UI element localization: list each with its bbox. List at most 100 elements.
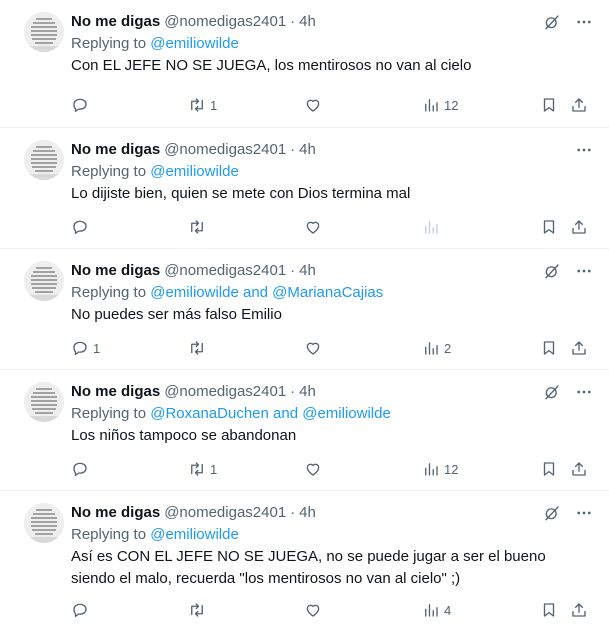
retweet-button[interactable]: 1: [188, 459, 217, 479]
share-button[interactable]: [570, 217, 588, 237]
views-icon: [425, 99, 438, 112]
share-button[interactable]: [570, 600, 588, 620]
tweet[interactable]: No me digas @nomedigas2401 · 4h Replying…: [0, 249, 609, 370]
more-icon[interactable]: [575, 504, 593, 522]
reply-icon: [73, 341, 87, 356]
like-button[interactable]: [304, 95, 326, 115]
like-button[interactable]: [304, 217, 326, 237]
views-button[interactable]: 4: [422, 600, 451, 620]
reply-button[interactable]: [71, 600, 93, 620]
separator-dot: ·: [290, 383, 296, 400]
tweet-text: Así es CON EL JEFE NO SE JUEGA, no se pu…: [71, 548, 546, 587]
mention-link[interactable]: @emiliowilde and @MarianaCajias: [150, 284, 383, 301]
views-icon: [425, 463, 438, 476]
bookmark-button[interactable]: [540, 600, 558, 620]
reply-icon: [73, 462, 87, 477]
grok-icon[interactable]: [543, 262, 561, 280]
replying-label: Replying to: [71, 405, 151, 422]
retweet-icon: [191, 462, 203, 476]
user-handle[interactable]: @nomedigas2401: [164, 140, 286, 160]
tweet[interactable]: No me digas @nomedigas2401 · 4h Replying…: [0, 491, 609, 621]
user-handle[interactable]: @nomedigas2401: [164, 12, 286, 32]
mention-link[interactable]: @RoxanaDuchen and @emiliowilde: [150, 405, 391, 422]
reply-count: 1: [93, 340, 101, 356]
user-handle[interactable]: @nomedigas2401: [164, 503, 286, 523]
display-name[interactable]: No me digas: [71, 503, 160, 523]
share-icon: [572, 220, 586, 234]
mention-link[interactable]: @emiliowilde: [150, 163, 239, 180]
grok-icon[interactable]: [543, 13, 561, 31]
separator-dot: ·: [290, 13, 296, 30]
tweet[interactable]: No me digas @nomedigas2401 · 4h Replying…: [0, 0, 609, 128]
display-name[interactable]: No me digas: [71, 261, 160, 281]
reply-icon: [73, 98, 87, 113]
tweet[interactable]: No me digas @nomedigas2401 · 4h Replying…: [0, 128, 609, 249]
like-icon: [306, 342, 320, 355]
grok-icon[interactable]: [543, 383, 561, 401]
retweet-button[interactable]: [188, 600, 210, 620]
avatar[interactable]: [24, 382, 64, 422]
bookmark-icon: [543, 603, 555, 617]
share-button[interactable]: [570, 95, 588, 115]
bookmark-icon: [543, 220, 555, 234]
mention-link[interactable]: @emiliowilde: [150, 35, 239, 52]
retweet-count: 1: [210, 97, 218, 113]
reply-button[interactable]: [71, 459, 93, 479]
bookmark-icon: [543, 341, 555, 355]
bookmark-button[interactable]: [540, 95, 558, 115]
avatar[interactable]: [24, 12, 64, 52]
more-icon[interactable]: [575, 141, 593, 159]
bookmark-button[interactable]: [540, 459, 558, 479]
bookmark-icon: [543, 462, 555, 476]
reply-button[interactable]: [71, 217, 93, 237]
views-count: 4: [444, 602, 452, 618]
more-icon[interactable]: [575, 13, 593, 31]
display-name[interactable]: No me digas: [71, 12, 160, 32]
timestamp[interactable]: 4h: [299, 503, 316, 523]
mention-link[interactable]: @emiliowilde: [150, 526, 239, 543]
views-button[interactable]: 12: [422, 459, 458, 479]
user-handle[interactable]: @nomedigas2401: [164, 382, 286, 402]
share-icon: [572, 341, 586, 355]
replying-label: Replying to: [71, 526, 151, 543]
grok-icon[interactable]: [543, 504, 561, 522]
views-icon: [425, 221, 438, 234]
timestamp[interactable]: 4h: [299, 12, 316, 32]
retweet-button[interactable]: 1: [188, 95, 217, 115]
like-button[interactable]: [304, 338, 326, 358]
like-button[interactable]: [304, 600, 326, 620]
action-bar: 1 12: [71, 95, 593, 115]
share-button[interactable]: [570, 459, 588, 479]
timestamp[interactable]: 4h: [299, 261, 316, 281]
views-button[interactable]: 2: [422, 338, 451, 358]
display-name[interactable]: No me digas: [71, 382, 160, 402]
share-button[interactable]: [570, 338, 588, 358]
user-handle[interactable]: @nomedigas2401: [164, 261, 286, 281]
like-icon: [306, 99, 320, 112]
bookmark-button[interactable]: [540, 217, 558, 237]
avatar[interactable]: [24, 140, 64, 180]
more-icon[interactable]: [575, 262, 593, 280]
avatar[interactable]: [24, 261, 64, 301]
like-button[interactable]: [304, 459, 326, 479]
bookmark-button[interactable]: [540, 338, 558, 358]
avatar[interactable]: [24, 503, 64, 543]
reply-button[interactable]: [71, 95, 93, 115]
retweet-button[interactable]: [188, 217, 210, 237]
timestamp[interactable]: 4h: [299, 140, 316, 160]
tweet-text: Lo dijiste bien, quien se mete con Dios …: [71, 185, 411, 202]
views-button: [422, 217, 444, 237]
timestamp[interactable]: 4h: [299, 382, 316, 402]
reply-button[interactable]: 1: [71, 338, 100, 358]
replying-to: Replying to @RoxanaDuchen and @emiliowil…: [71, 404, 593, 424]
tweet[interactable]: No me digas @nomedigas2401 · 4h Replying…: [0, 370, 609, 491]
display-name[interactable]: No me digas: [71, 140, 160, 160]
tweet-text: Con EL JEFE NO SE JUEGA, los mentirosos …: [71, 57, 472, 74]
bookmark-icon: [543, 98, 555, 112]
views-icon: [425, 342, 438, 355]
retweet-count: 1: [210, 461, 218, 477]
reply-icon: [73, 603, 87, 618]
views-button[interactable]: 12: [422, 95, 458, 115]
more-icon[interactable]: [575, 383, 593, 401]
retweet-button[interactable]: [188, 338, 210, 358]
